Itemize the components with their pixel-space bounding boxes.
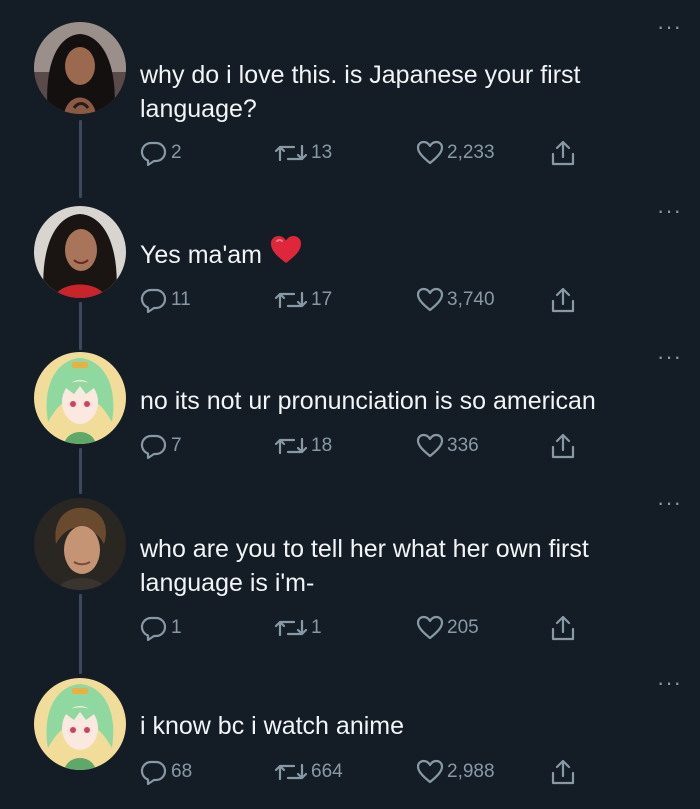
tweet-actions: 7 18 336 [140,432,600,460]
avatar-woman-dark-hair-red-top-image [34,206,126,298]
avatar[interactable] [34,678,126,770]
retweet-icon [274,144,308,162]
more-options-icon[interactable]: ··· [657,346,682,368]
tweet[interactable]: ··· i know bc i watch anime 68 664 2,988 [0,672,700,798]
like-count: 205 [447,617,479,638]
like-button[interactable]: 2,988 [416,758,495,786]
tweet-text-content: why do i love this. is Japanese your fir… [140,61,581,123]
reply-icon [140,616,167,641]
retweet-count: 13 [311,142,333,163]
reply-count: 11 [171,289,191,310]
avatar-man-swept-hair-image [34,498,126,590]
avatar[interactable] [34,22,126,114]
avatar-woman-long-dark-hair-image [34,22,126,114]
tweet-actions: 2 13 2,233 [140,139,600,167]
reply-count: 68 [171,761,193,782]
retweet-icon [274,291,308,309]
tweet[interactable]: ··· why do i love this. is Japanese your… [0,16,700,182]
tweet-actions: 68 664 2,988 [140,758,600,786]
retweet-button[interactable]: 1 [274,614,322,642]
reply-count: 2 [171,142,182,163]
share-button[interactable] [550,758,576,786]
tweet-text: i know bc i watch anime [140,709,660,743]
retweet-icon [274,763,308,781]
retweet-button[interactable]: 17 [274,286,332,314]
tweet-text-content: no its not ur pronunciation is so americ… [140,387,596,415]
like-button[interactable]: 336 [416,432,479,460]
share-icon [551,433,575,459]
avatar[interactable] [34,206,126,298]
like-button[interactable]: 3,740 [416,286,495,314]
reply-count: 7 [171,435,182,456]
share-icon [551,140,575,166]
reply-icon [140,141,167,166]
retweet-count: 17 [311,289,333,310]
retweet-count: 18 [311,435,333,456]
heart-icon [416,433,444,458]
more-options-icon[interactable]: ··· [657,492,682,514]
tweet-text-content: Yes ma'am [140,241,262,269]
share-icon [551,615,575,641]
retweet-button[interactable]: 18 [274,432,332,460]
like-count: 336 [447,435,479,456]
reply-count: 1 [171,617,182,638]
more-options-icon[interactable]: ··· [657,672,682,694]
share-icon [551,759,575,785]
tweet-text: why do i love this. is Japanese your fir… [140,58,660,126]
red-heart-emoji [270,235,302,274]
avatar-anime-green-hair-image [34,352,126,444]
tweet[interactable]: ··· no its not ur pronunciation is so am… [0,346,700,472]
retweet-button[interactable]: 13 [274,139,332,167]
avatar-anime-green-hair-image [34,678,126,770]
reply-icon [140,434,167,459]
retweet-icon [274,619,308,637]
like-button[interactable]: 205 [416,614,479,642]
tweet-text-content: i know bc i watch anime [140,712,405,740]
tweet-text-content: who are you to tell her what her own fir… [140,535,589,597]
tweet-actions: 1 1 205 [140,614,600,642]
share-icon [551,287,575,313]
tweet-text: Yes ma'am [140,235,660,274]
like-button[interactable]: 2,233 [416,139,495,167]
tweet-text: who are you to tell her what her own fir… [140,532,660,600]
retweet-count: 664 [311,761,343,782]
tweet[interactable]: ··· Yes ma'am 11 17 3,740 [0,200,700,326]
share-button[interactable] [550,432,576,460]
heart-icon [416,759,444,784]
retweet-button[interactable]: 664 [274,758,343,786]
reply-button[interactable]: 7 [140,432,182,460]
more-options-icon[interactable]: ··· [657,16,682,38]
tweet-text: no its not ur pronunciation is so americ… [140,384,660,418]
like-count: 2,233 [447,142,495,163]
more-options-icon[interactable]: ··· [657,200,682,222]
heart-icon [416,140,444,165]
heart-icon [416,287,444,312]
reply-icon [140,288,167,313]
heart-icon [416,615,444,640]
reply-button[interactable]: 11 [140,286,191,314]
retweet-count: 1 [311,617,322,638]
reply-button[interactable]: 68 [140,758,192,786]
share-button[interactable] [550,614,576,642]
share-button[interactable] [550,139,576,167]
avatar[interactable] [34,498,126,590]
share-button[interactable] [550,286,576,314]
like-count: 3,740 [447,289,495,310]
tweet[interactable]: ··· who are you to tell her what her own… [0,492,700,658]
like-count: 2,988 [447,761,495,782]
tweet-actions: 11 17 3,740 [140,286,600,314]
reply-icon [140,760,167,785]
avatar[interactable] [34,352,126,444]
retweet-icon [274,437,308,455]
reply-button[interactable]: 2 [140,139,182,167]
reply-button[interactable]: 1 [140,614,182,642]
